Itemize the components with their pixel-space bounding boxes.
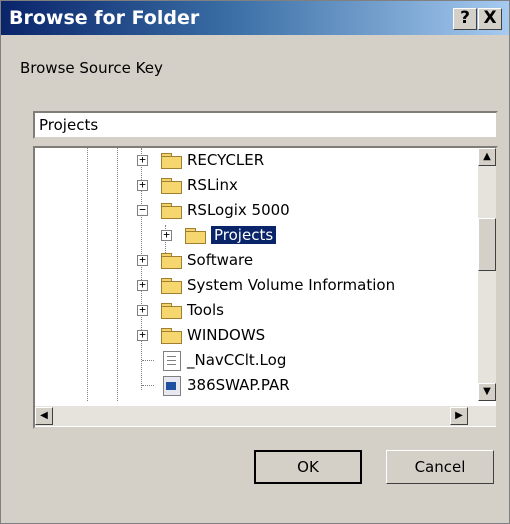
vertical-scroll-thumb[interactable] — [478, 218, 496, 271]
scroll-up-button[interactable]: ▲ — [478, 148, 496, 166]
expand-icon[interactable]: + — [137, 279, 148, 291]
folder-icon — [161, 153, 182, 169]
tree-item[interactable]: 386SWAP.PAR — [35, 375, 475, 399]
tree-item-label: Tools — [187, 301, 224, 319]
help-button[interactable]: ? — [453, 8, 477, 30]
system-file-icon — [163, 376, 181, 396]
tree-item[interactable]: + System Volume Information — [35, 275, 475, 299]
expand-icon[interactable]: + — [137, 254, 148, 266]
tree-item-label: RSLogix 5000 — [187, 201, 290, 219]
expand-icon[interactable]: + — [137, 179, 148, 191]
folder-icon — [161, 303, 182, 319]
tree-item-label: _NavCClt.Log — [187, 351, 287, 369]
tree-item-label: RSLinx — [187, 176, 238, 194]
expand-icon[interactable]: + — [137, 304, 148, 316]
folder-icon — [161, 278, 182, 294]
vertical-scrollbar[interactable]: ▲ ▼ — [478, 148, 496, 401]
cancel-button[interactable]: Cancel — [386, 450, 494, 484]
collapse-icon[interactable]: − — [137, 204, 148, 216]
folder-open-icon — [161, 203, 182, 219]
folder-tree[interactable]: + RECYCLER + RSLinx − RSLogix 5000 + Projects + S… — [33, 146, 498, 429]
tree-item-label: WINDOWS — [187, 326, 266, 344]
tree-item-label: 386SWAP.PAR — [187, 376, 290, 394]
expand-icon[interactable]: + — [137, 329, 148, 341]
folder-path-input[interactable]: Projects — [33, 111, 498, 139]
folder-open-icon — [185, 228, 206, 244]
scroll-right-button[interactable]: ▶ — [450, 407, 468, 425]
tree-item[interactable]: + Tools — [35, 300, 475, 324]
scroll-left-button[interactable]: ◀ — [35, 407, 53, 425]
tree-item[interactable]: + Software — [35, 250, 475, 274]
expand-icon[interactable]: + — [137, 154, 148, 166]
text-file-icon — [163, 351, 181, 371]
horizontal-scrollbar[interactable]: ◀ ▶ — [35, 406, 496, 426]
title-bar[interactable]: Browse for Folder ? X — [1, 1, 509, 35]
tree-item[interactable]: + Projects — [35, 225, 475, 249]
tree-item[interactable]: + WINDOWS — [35, 325, 475, 349]
browse-for-folder-dialog: Browse for Folder ? X Browse Source Key … — [0, 0, 510, 524]
tree-item[interactable]: + RECYCLER — [35, 150, 475, 174]
scroll-down-button[interactable]: ▼ — [478, 383, 496, 401]
expand-icon[interactable]: + — [161, 229, 172, 241]
tree-item[interactable]: _NavCClt.Log — [35, 350, 475, 374]
ok-button[interactable]: OK — [254, 450, 362, 484]
tree-item[interactable]: + RSLinx — [35, 175, 475, 199]
folder-icon — [161, 178, 182, 194]
tree-connector — [142, 360, 154, 361]
tree-item-label: Projects — [211, 226, 277, 244]
close-button[interactable]: X — [478, 8, 502, 30]
tree-item[interactable]: − RSLogix 5000 — [35, 200, 475, 224]
tree-connector — [142, 385, 154, 386]
tree-item-label: RECYCLER — [187, 151, 265, 169]
window-title: Browse for Folder — [9, 7, 200, 29]
prompt-text: Browse Source Key — [20, 59, 163, 77]
folder-icon — [161, 253, 182, 269]
tree-item-label: Software — [187, 251, 254, 269]
folder-icon — [161, 328, 182, 344]
tree-item-label: System Volume Information — [187, 276, 396, 294]
